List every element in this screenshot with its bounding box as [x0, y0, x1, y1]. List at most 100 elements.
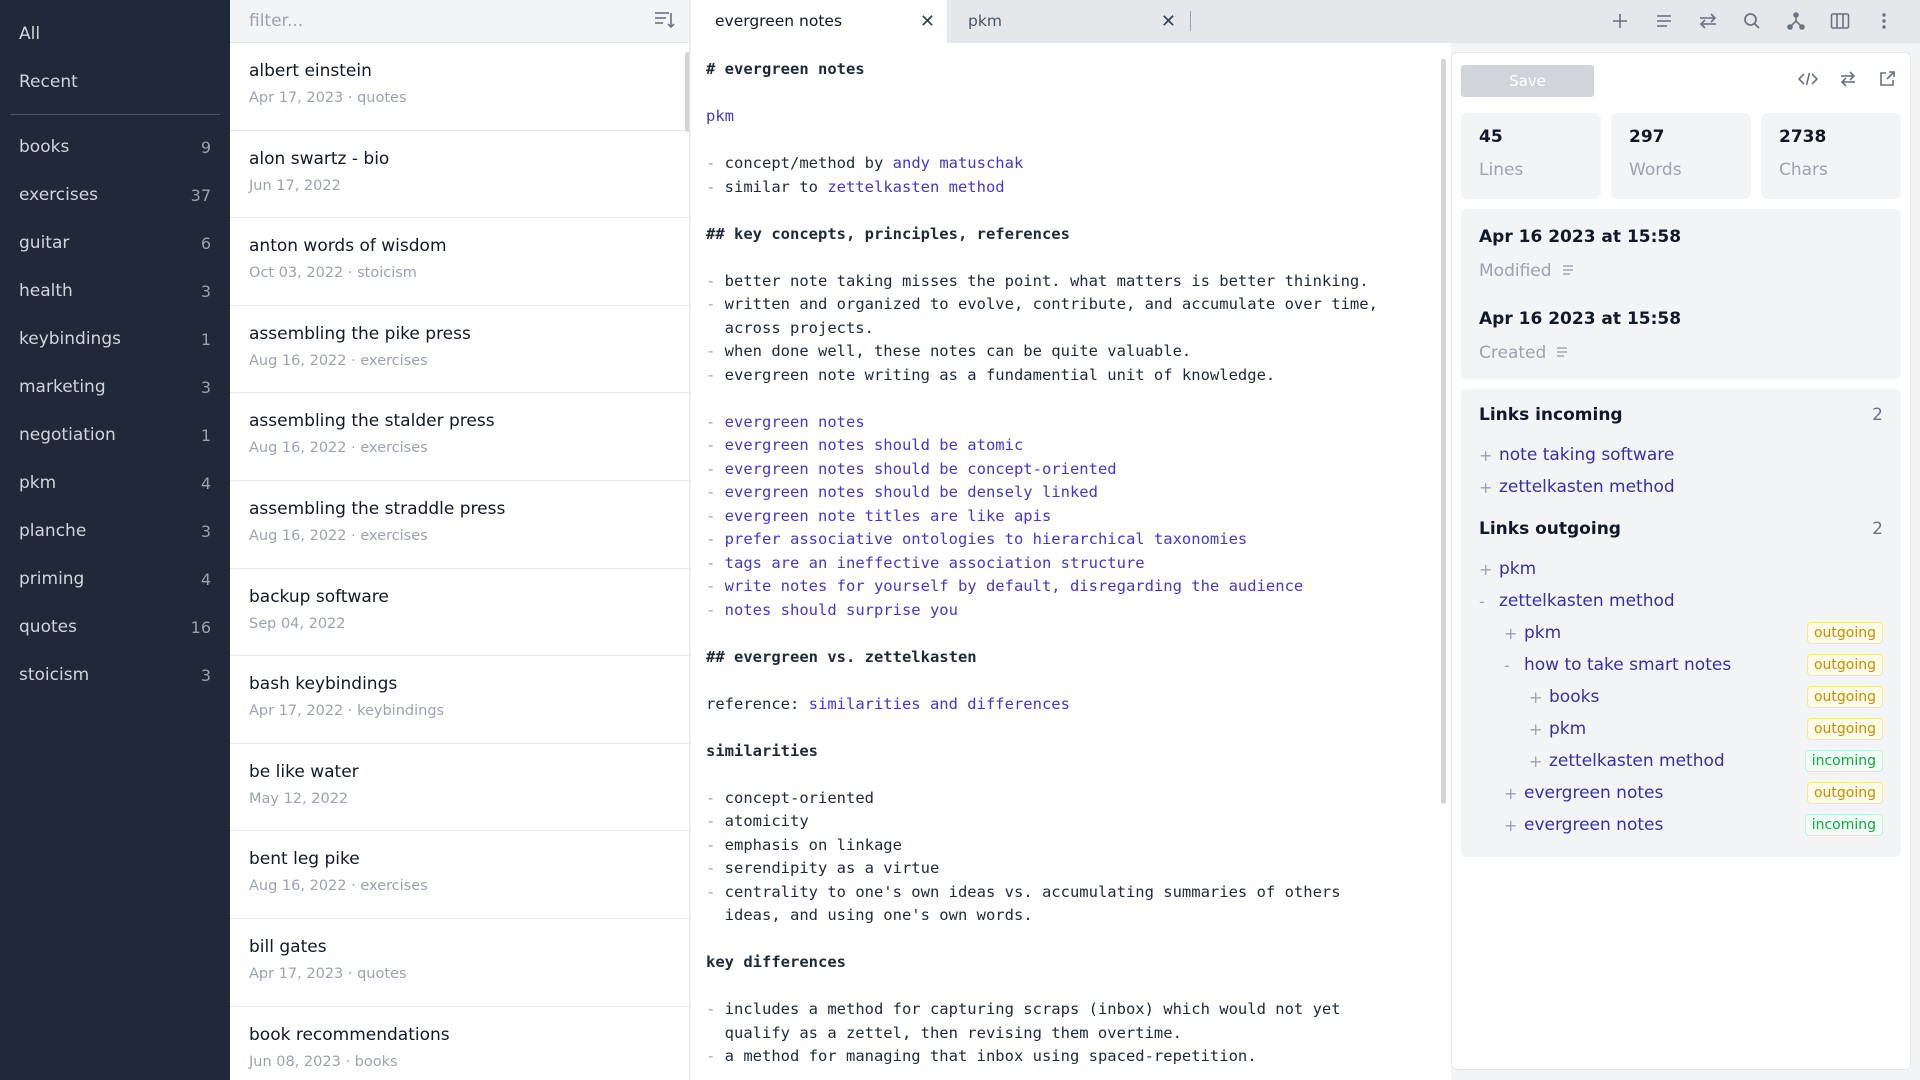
collapse-icon[interactable]: - [1504, 656, 1524, 675]
wiki-link[interactable]: pkm [706, 107, 734, 125]
sidebar-item-guitar[interactable]: guitar 6 [0, 219, 230, 267]
sidebar-item-planche[interactable]: planche 3 [0, 507, 230, 555]
expand-icon[interactable]: + [1529, 720, 1549, 739]
link-item[interactable]: + pkm outgoing [1479, 617, 1883, 649]
editor-scrollbar[interactable] [1441, 59, 1446, 804]
list-item[interactable]: assembling the straddle press Aug 16, 202… [230, 481, 689, 569]
tab-pkm[interactable]: pkm ✕ [948, 0, 1188, 43]
close-icon[interactable]: ✕ [1161, 11, 1176, 32]
sidebar-item-keybindings[interactable]: keybindings 1 [0, 315, 230, 363]
link-label[interactable]: how to take smart notes [1524, 655, 1807, 675]
link-label[interactable]: pkm [1549, 719, 1807, 739]
link-label[interactable]: evergreen notes [1524, 783, 1807, 803]
link-label[interactable]: books [1549, 687, 1807, 707]
editor-line: - emphasis on linkage [706, 834, 1436, 858]
link-label[interactable]: zettelkasten method [1499, 591, 1883, 611]
list-item[interactable]: backup software Sep 04, 2022 [230, 569, 689, 657]
expand-icon[interactable]: + [1504, 816, 1524, 835]
sidebar-item-marketing[interactable]: marketing 3 [0, 363, 230, 411]
link-item[interactable]: + zettelkasten method [1479, 471, 1883, 503]
list-item[interactable]: albert einstein Apr 17, 2023 · quotes [230, 43, 689, 131]
link-item[interactable]: + zettelkasten method incoming [1479, 745, 1883, 777]
sidebar-item-health[interactable]: health 3 [0, 267, 230, 315]
list-icon[interactable] [1642, 0, 1686, 43]
expand-icon[interactable]: + [1504, 624, 1524, 643]
nav-recent[interactable]: Recent [0, 58, 230, 106]
list-item[interactable]: bash keybindings Apr 17, 2022 · keybindin… [230, 656, 689, 744]
link-label[interactable]: note taking software [1499, 445, 1883, 465]
sidebar-item-exercises[interactable]: exercises 37 [0, 171, 230, 219]
expand-icon[interactable]: + [1479, 478, 1499, 497]
link-item[interactable]: + pkm [1479, 553, 1883, 585]
wiki-link[interactable]: evergreen note titles are like apis [725, 507, 1052, 525]
line-text: - [706, 1047, 725, 1065]
expand-icon[interactable]: + [1529, 752, 1549, 771]
list-item[interactable]: assembling the stalder press Aug 16, 2022… [230, 393, 689, 481]
plus-icon[interactable] [1598, 0, 1642, 43]
line-text: - [706, 788, 725, 807]
link-item[interactable]: + evergreen notes incoming [1479, 809, 1883, 841]
nav-all[interactable]: All [0, 10, 230, 58]
link-item[interactable]: - zettelkasten method [1479, 585, 1883, 617]
collapse-icon[interactable]: - [1479, 592, 1499, 611]
link-label[interactable]: pkm [1499, 559, 1883, 579]
link-label[interactable]: evergreen notes [1524, 815, 1805, 835]
expand-icon[interactable]: + [1504, 784, 1524, 803]
link-item[interactable]: - how to take smart notes outgoing [1479, 649, 1883, 681]
tab-evergreen-notes[interactable]: evergreen notes ✕ [691, 0, 948, 43]
wiki-link[interactable]: write notes for yourself by default, dis… [725, 577, 1304, 595]
more-icon[interactable] [1862, 0, 1906, 43]
link-label[interactable]: zettelkasten method [1549, 751, 1805, 771]
wiki-link[interactable]: evergreen notes [725, 413, 865, 431]
link-item[interactable]: + books outgoing [1479, 681, 1883, 713]
modified-label-text: Modified [1479, 261, 1552, 281]
list-item[interactable]: be like water May 12, 2022 [230, 744, 689, 832]
sidebar-item-priming[interactable]: priming 4 [0, 555, 230, 603]
sidebar-item-pkm[interactable]: pkm 4 [0, 459, 230, 507]
expand-icon[interactable]: + [1529, 688, 1549, 707]
link-item[interactable]: + evergreen notes outgoing [1479, 777, 1883, 809]
list-item[interactable]: book recommendations Jun 08, 2023 · books [230, 1007, 689, 1080]
graph-icon[interactable] [1774, 0, 1818, 43]
code-icon[interactable] [1797, 70, 1819, 92]
wiki-link[interactable]: evergreen notes should be densely linked [725, 483, 1098, 501]
link-item[interactable]: + pkm outgoing [1479, 713, 1883, 745]
search-icon[interactable] [1730, 0, 1774, 43]
list-item[interactable]: assembling the pike press Aug 16, 2022 · … [230, 306, 689, 394]
filter-input[interactable] [249, 11, 629, 31]
heading-text: similarities [706, 741, 818, 760]
line-text: includes a method for capturing scraps (… [724, 1000, 1341, 1018]
swap-icon[interactable] [1686, 0, 1730, 43]
sidebar-item-negotiation[interactable]: negotiation 1 [0, 411, 230, 459]
wiki-link[interactable]: prefer associative ontologies to hierarc… [725, 530, 1248, 548]
note-editor[interactable]: # evergreen notes pkm - concept/method by … [691, 43, 1451, 1080]
sidebar-item-books[interactable]: books 9 [0, 123, 230, 171]
sidebar-item-stoicism[interactable]: stoicism 3 [0, 651, 230, 699]
sidebar-item-quotes[interactable]: quotes 16 [0, 603, 230, 651]
save-button[interactable]: Save [1461, 65, 1594, 97]
expand-icon[interactable]: + [1479, 446, 1499, 465]
wiki-link[interactable]: zettelkasten method [827, 178, 1004, 196]
list-item[interactable]: bent leg pike Aug 16, 2022 · exercises [230, 831, 689, 919]
wiki-link[interactable]: tags are an ineffective association stru… [725, 554, 1145, 572]
note-list-scrollbar[interactable] [685, 52, 689, 132]
wiki-link[interactable]: andy matuschak [893, 154, 1024, 172]
list-item[interactable]: bill gates Apr 17, 2023 · quotes [230, 919, 689, 1007]
close-icon[interactable]: ✕ [920, 11, 935, 32]
list-item[interactable]: alon swartz - bio Jun 17, 2022 [230, 131, 689, 219]
wiki-link[interactable]: notes should surprise you [725, 601, 958, 619]
external-link-icon[interactable] [1878, 70, 1896, 92]
tag-label: stoicism [19, 665, 90, 685]
link-label[interactable]: pkm [1524, 623, 1807, 643]
sort-icon[interactable] [653, 8, 675, 34]
swap-icon[interactable] [1838, 70, 1858, 92]
wiki-link[interactable]: evergreen notes should be atomic [725, 436, 1024, 454]
expand-icon[interactable]: + [1479, 560, 1499, 579]
wiki-link[interactable]: evergreen notes should be concept-orient… [725, 460, 1117, 478]
link-item[interactable]: + note taking software [1479, 439, 1883, 471]
link-label[interactable]: zettelkasten method [1499, 477, 1883, 497]
wiki-link[interactable]: similarities and differences [809, 695, 1070, 713]
editor-line: - evergreen note writing as a fundamenti… [706, 364, 1436, 388]
columns-icon[interactable] [1818, 0, 1862, 43]
list-item[interactable]: anton words of wisdom Oct 03, 2022 · stoi… [230, 218, 689, 306]
